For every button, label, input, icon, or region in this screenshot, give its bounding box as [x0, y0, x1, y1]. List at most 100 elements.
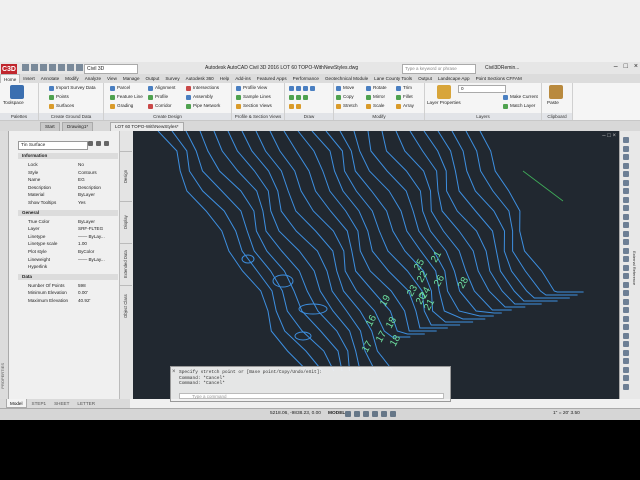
- properties-section-header[interactable]: Data: [18, 273, 118, 280]
- polar-icon[interactable]: [372, 411, 378, 417]
- layout-tab-step1[interactable]: STEP1: [29, 399, 50, 408]
- toolspace-icon[interactable]: [10, 85, 24, 99]
- toolspace-button[interactable]: Toolspace: [3, 100, 24, 106]
- saveas-icon[interactable]: [49, 64, 56, 71]
- drawing-canvas[interactable]: 21 25 26 22 28 23 24 20 21 19 18 17 16 17 18 – □ ×: [133, 131, 619, 399]
- side-tool-icon[interactable]: [623, 247, 629, 254]
- side-tool-icon[interactable]: [623, 145, 629, 152]
- property-row[interactable]: Minimum Elevation 0.00': [28, 289, 118, 296]
- side-tool-icon[interactable]: [623, 196, 629, 203]
- layout-tab-sheet[interactable]: SHEET: [51, 399, 72, 408]
- side-tool-icon[interactable]: [623, 213, 629, 220]
- side-tool-icon[interactable]: [623, 383, 629, 390]
- side-tool-icon[interactable]: [623, 298, 629, 305]
- toggle-pickadd-icon[interactable]: [88, 141, 93, 146]
- side-tool-icon[interactable]: [623, 264, 629, 271]
- select-objects-icon[interactable]: [96, 141, 101, 146]
- properties-section-header[interactable]: General: [18, 209, 118, 216]
- property-row[interactable]: Linetype scale 1.00: [28, 240, 118, 247]
- layout-tab-model[interactable]: Model: [6, 399, 27, 408]
- ribbon-tab[interactable]: Featured Apps: [254, 74, 290, 83]
- ribbon-tab[interactable]: Geotechnical Module: [322, 74, 371, 83]
- close-button[interactable]: ×: [634, 63, 638, 70]
- side-tool-icon[interactable]: [623, 324, 629, 330]
- property-row[interactable]: Linetype —— ByLay...: [28, 233, 118, 240]
- alignment-button[interactable]: Alignment: [148, 85, 175, 91]
- side-tool-icon[interactable]: [623, 222, 629, 228]
- property-row[interactable]: Lock No: [28, 161, 118, 168]
- property-row[interactable]: Style Contours: [28, 169, 118, 176]
- draw-tools-row3[interactable]: [289, 104, 301, 109]
- import-survey-button[interactable]: Import Survey Data: [49, 85, 96, 91]
- ribbon-tab[interactable]: View: [104, 74, 120, 83]
- viewport-controls[interactable]: – □ ×: [602, 133, 616, 139]
- tab-object-class[interactable]: Object Class: [120, 285, 132, 326]
- property-row[interactable]: Lineweight —— ByLay...: [28, 256, 118, 263]
- workspace-select[interactable]: Civil 3D: [84, 64, 138, 74]
- side-tool-icon[interactable]: [623, 290, 629, 296]
- assembly-button[interactable]: Assembly: [186, 94, 213, 100]
- side-tool-icon[interactable]: [623, 230, 629, 237]
- side-tool-icon[interactable]: [623, 332, 629, 339]
- tab-design[interactable]: Design: [120, 151, 132, 200]
- ribbon-tab[interactable]: Modify: [62, 74, 82, 83]
- signin-user[interactable]: Civil3DRemin...: [485, 64, 519, 72]
- ribbon-tab[interactable]: Point Sections CFFAM: [473, 74, 525, 83]
- line-tool[interactable]: [289, 86, 315, 91]
- ribbon-tab[interactable]: Annotate: [38, 74, 62, 83]
- property-row[interactable]: Plot style ByColor: [28, 248, 118, 255]
- grading-button[interactable]: Grading: [110, 103, 133, 109]
- ribbon-tab[interactable]: Output: [415, 74, 435, 83]
- ribbon-tab[interactable]: Help: [217, 74, 232, 83]
- layout-tab-letter[interactable]: LETTER: [74, 399, 98, 408]
- command-input[interactable]: Type a command: [179, 393, 444, 399]
- paste-button[interactable]: Paste: [547, 100, 559, 106]
- palette-title-strip[interactable]: PROPERTIES: [0, 131, 9, 399]
- side-tool-icon[interactable]: [623, 154, 629, 160]
- ribbon-tab[interactable]: Insert: [20, 74, 38, 83]
- ribbon-tab[interactable]: Survey: [162, 74, 182, 83]
- profile-view-button[interactable]: Profile View: [236, 85, 267, 91]
- open-icon[interactable]: [31, 64, 38, 71]
- redo-icon[interactable]: [76, 64, 83, 71]
- feature-line-button[interactable]: Feature Line: [110, 94, 143, 100]
- maximize-button[interactable]: □: [624, 63, 628, 70]
- grid-icon[interactable]: [345, 411, 351, 417]
- property-row[interactable]: True Color ByLayer: [28, 218, 118, 225]
- property-row[interactable]: Number Of Points 598: [28, 282, 118, 289]
- help-search-input[interactable]: Type a keyword or phrase: [402, 64, 476, 74]
- side-tool-icon[interactable]: [623, 315, 629, 322]
- close-icon[interactable]: ×: [172, 369, 176, 375]
- side-tool-icon[interactable]: [623, 239, 629, 245]
- plot-icon[interactable]: [58, 64, 65, 71]
- selection-combo[interactable]: Tin Surface: [18, 141, 88, 150]
- pipe-network-button[interactable]: Pipe Network: [186, 103, 220, 109]
- side-tool-icon[interactable]: [623, 179, 629, 186]
- intersections-button[interactable]: Intersections: [186, 85, 219, 91]
- quick-select-icon[interactable]: [104, 141, 109, 146]
- property-row[interactable]: Layer SRF-FLTEG: [28, 225, 118, 232]
- ribbon-tab[interactable]: Analyze: [82, 74, 104, 83]
- rotate-button[interactable]: Rotate: [366, 85, 387, 91]
- coordinate-readout[interactable]: 5218.06, -9838.23, 0.00: [270, 410, 321, 418]
- property-row[interactable]: Show Tooltips Yes: [28, 199, 118, 206]
- side-tool-icon[interactable]: [623, 205, 629, 211]
- trim-button[interactable]: Trim: [396, 85, 412, 91]
- parcel-button[interactable]: Parcel: [110, 85, 130, 91]
- new-icon[interactable]: [22, 64, 29, 71]
- ribbon-tab[interactable]: Lane County Tools: [371, 74, 415, 83]
- property-row[interactable]: Maximum Elevation 40.92': [28, 297, 118, 304]
- osnap-icon[interactable]: [381, 411, 387, 417]
- properties-section-header[interactable]: Information: [18, 153, 118, 159]
- ribbon-tab[interactable]: Landscape App: [435, 74, 473, 83]
- layer-properties-button[interactable]: Layer Properties: [427, 100, 461, 106]
- save-icon[interactable]: [40, 64, 47, 71]
- profile-button[interactable]: Profile: [148, 94, 168, 100]
- stretch-button[interactable]: Stretch: [336, 103, 358, 109]
- corridor-button[interactable]: Corridor: [148, 103, 172, 109]
- side-tool-icon[interactable]: [623, 256, 629, 262]
- side-tool-icon[interactable]: [623, 358, 629, 364]
- sample-lines-button[interactable]: Sample Lines: [236, 94, 271, 100]
- property-row[interactable]: Hyperlink: [28, 263, 118, 270]
- side-tool-icon[interactable]: [623, 137, 629, 143]
